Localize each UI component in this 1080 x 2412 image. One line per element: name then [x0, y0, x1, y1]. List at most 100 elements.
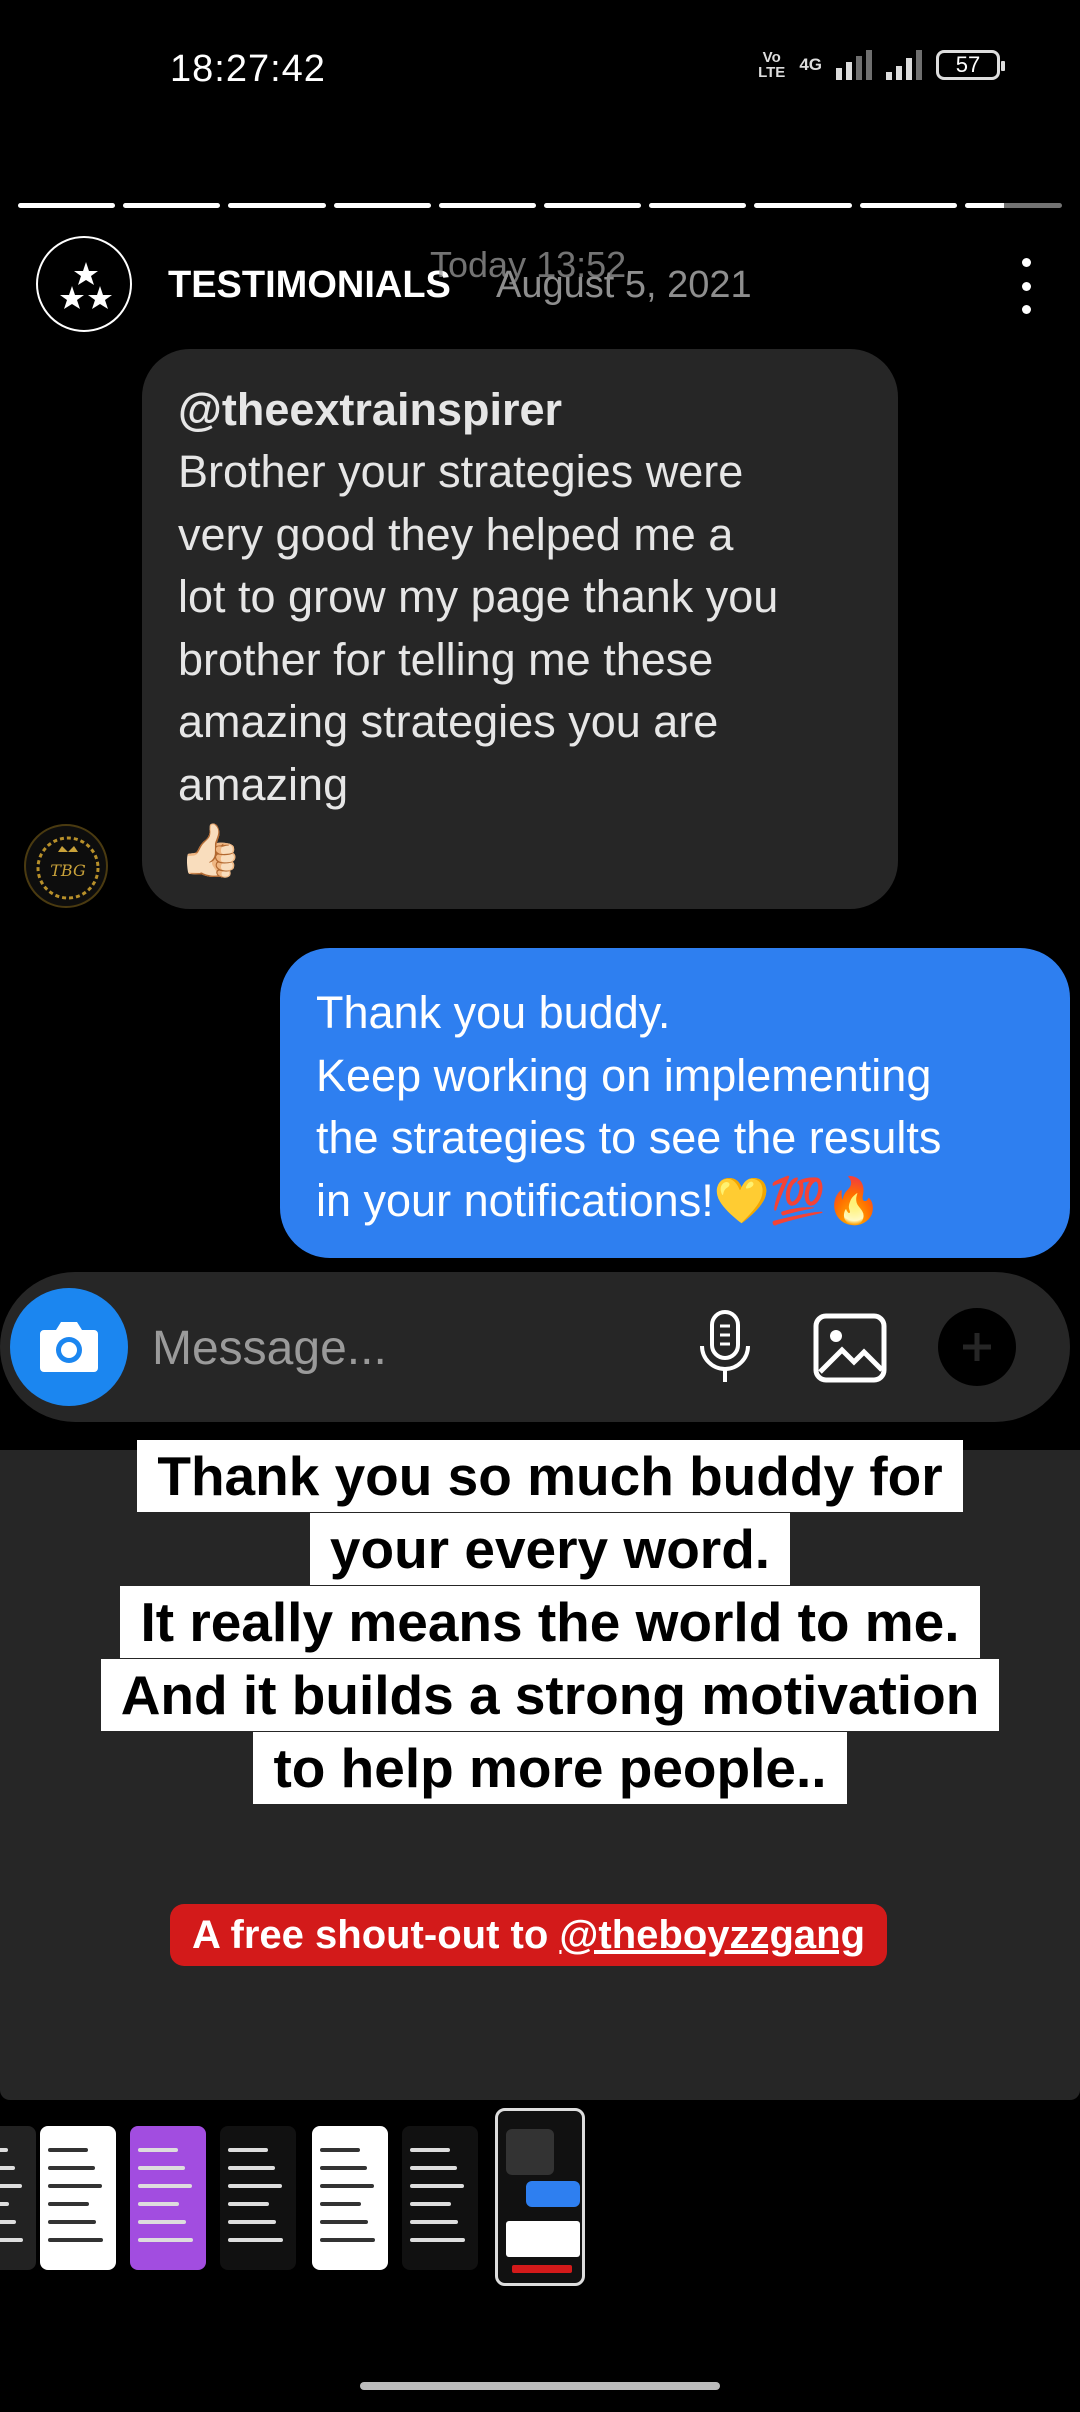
dot [1021, 305, 1031, 314]
story-header: TESTIMONIALS Today 13:52 August 5, 2021 [36, 236, 1046, 336]
thumbnail-line [410, 2148, 450, 2152]
thumbnail-line [228, 2220, 276, 2224]
gallery-button[interactable] [812, 1312, 888, 1384]
thumbnail-line [320, 2238, 375, 2242]
story-thumbnail[interactable] [40, 2126, 116, 2270]
thumbnail-line [410, 2220, 458, 2224]
tbg-logo-icon: TBG [36, 836, 100, 900]
mic-button[interactable] [690, 1308, 760, 1388]
incoming-line: very good they helped me a [178, 508, 734, 560]
story-thumbnail[interactable] [402, 2126, 478, 2270]
thumbnail-line [228, 2166, 275, 2170]
thumbnail-line [228, 2202, 269, 2206]
thumbnail-line [0, 2238, 23, 2242]
thumbnail-line [320, 2184, 374, 2188]
progress-fill [228, 203, 326, 208]
thumbnail-line [48, 2166, 95, 2170]
incoming-line: amazing [178, 758, 349, 810]
shoutout-label: A free shout-out to @theboyzzgang [170, 1904, 888, 1966]
story-username[interactable]: TESTIMONIALS [168, 264, 451, 307]
network-type: 4G [799, 55, 822, 74]
outgoing-line: Keep working on implementing [316, 1049, 932, 1101]
status-bar: 18:27:42 Vo LTE 4G 57 [0, 0, 1080, 140]
stars-logo-icon [60, 262, 112, 309]
incoming-line: lot to grow my page thank you [178, 571, 779, 622]
volte-label: Vo [762, 49, 781, 66]
thumbnail-line [320, 2166, 367, 2170]
battery-icon: 57 [936, 50, 1005, 80]
thumbnail-line [138, 2148, 178, 2152]
thumbnail-line [320, 2202, 361, 2206]
thumbnail-caption [506, 2221, 580, 2257]
thumbnail-line [138, 2166, 185, 2170]
progress-fill [438, 203, 537, 208]
shoutout-prefix: A free shout-out to [192, 1913, 560, 1957]
progress-segment [438, 203, 537, 208]
thumbnail-line [410, 2184, 464, 2188]
thumbnail-line [48, 2220, 96, 2224]
thumbnail-line [410, 2238, 465, 2242]
home-indicator[interactable] [360, 2382, 720, 2390]
signal-icon-2 [886, 50, 922, 80]
thumbnail-line [410, 2166, 457, 2170]
camera-button[interactable] [10, 1288, 128, 1406]
caption-line: your every word. [309, 1513, 791, 1585]
outgoing-message[interactable]: Thank you buddy. Keep working on impleme… [280, 948, 1070, 1258]
thumbnail-line [410, 2202, 451, 2206]
progress-fill [333, 203, 431, 208]
plus-icon [963, 1333, 991, 1361]
incoming-line: brother for telling me these [178, 633, 714, 685]
progress-fill [859, 203, 957, 208]
caption-line: And it builds a strong motivation [100, 1659, 1000, 1731]
progress-fill [18, 203, 116, 208]
progress-fill [123, 203, 221, 208]
progress-segment [859, 203, 957, 208]
progress-segment [964, 203, 1063, 208]
progress-fill [754, 203, 852, 208]
more-options-button[interactable] [1006, 258, 1046, 314]
sender-avatar[interactable]: TBG [24, 824, 108, 908]
mic-icon [700, 1310, 750, 1382]
incoming-message[interactable]: @theextrainspirer Brother your strategie… [142, 349, 898, 909]
camera-icon [40, 1322, 98, 1372]
caption-line: to help more people.. [253, 1732, 847, 1804]
add-button[interactable] [938, 1308, 1016, 1386]
thumbnail-line [138, 2202, 179, 2206]
story-thumbnail-current[interactable] [495, 2108, 585, 2286]
incoming-line: Brother your strategies were [178, 446, 744, 497]
story-thumbnail[interactable] [0, 2126, 36, 2270]
volte-indicator: Vo LTE [758, 50, 785, 80]
signal-icon [836, 50, 872, 80]
dot [1021, 281, 1031, 291]
progress-segment [754, 203, 852, 208]
outgoing-line: in your notifications!💛💯🔥 [316, 1174, 882, 1226]
thumbnail-line [320, 2220, 368, 2224]
progress-segment [228, 203, 326, 208]
thumbnail-outgoing-bubble [526, 2181, 580, 2207]
thumbs-up-emoji: 👍🏻 [178, 822, 243, 880]
progress-segment [544, 203, 642, 208]
thumbnail-shoutout [512, 2265, 572, 2273]
thumbnail-line [138, 2238, 193, 2242]
thumbnail-line [228, 2238, 283, 2242]
progress-segment [18, 203, 116, 208]
thumbnail-incoming-bubble [506, 2129, 554, 2175]
progress-fill [964, 203, 1004, 208]
thumbnail-line [228, 2148, 268, 2152]
caption-line: Thank you so much buddy for [137, 1440, 963, 1512]
thumbnail-line [0, 2220, 16, 2224]
story-date: August 5, 2021 [496, 264, 752, 306]
story-thumbnail[interactable] [312, 2126, 388, 2270]
thumbnail-line [138, 2220, 186, 2224]
story-thumbnail[interactable] [220, 2126, 296, 2270]
story-thumbnail[interactable] [130, 2126, 206, 2270]
thumbnail-line [228, 2184, 282, 2188]
mention-link[interactable]: @theboyzzgang [559, 1913, 865, 1957]
status-icons: Vo LTE 4G 57 [758, 50, 1005, 80]
story-caption: Thank you so much buddy for your every w… [40, 1440, 1060, 1805]
message-input[interactable] [152, 1320, 652, 1376]
thumbnail-line [138, 2184, 192, 2188]
outgoing-line: the strategies to see the results [316, 1112, 942, 1163]
thumbnail-line [0, 2184, 22, 2188]
profile-avatar[interactable] [36, 236, 132, 332]
